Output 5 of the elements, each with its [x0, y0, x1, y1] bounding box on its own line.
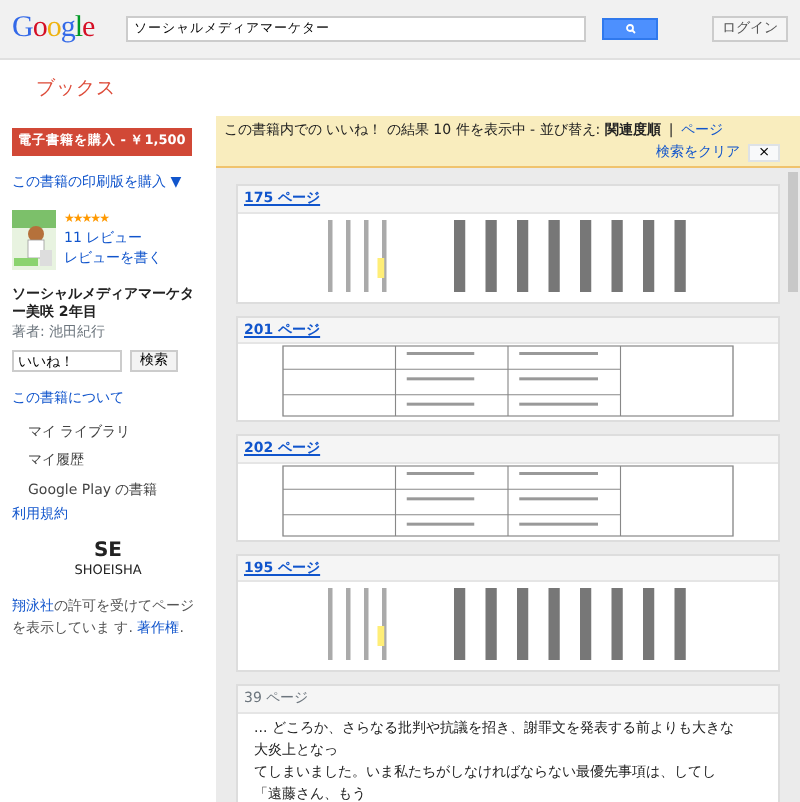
scrollbar[interactable]: [788, 172, 798, 293]
google-logo[interactable]: Google: [12, 6, 95, 52]
search-button[interactable]: [602, 18, 659, 40]
section-title: ブックス: [34, 76, 118, 104]
search-icon: [625, 24, 636, 34]
